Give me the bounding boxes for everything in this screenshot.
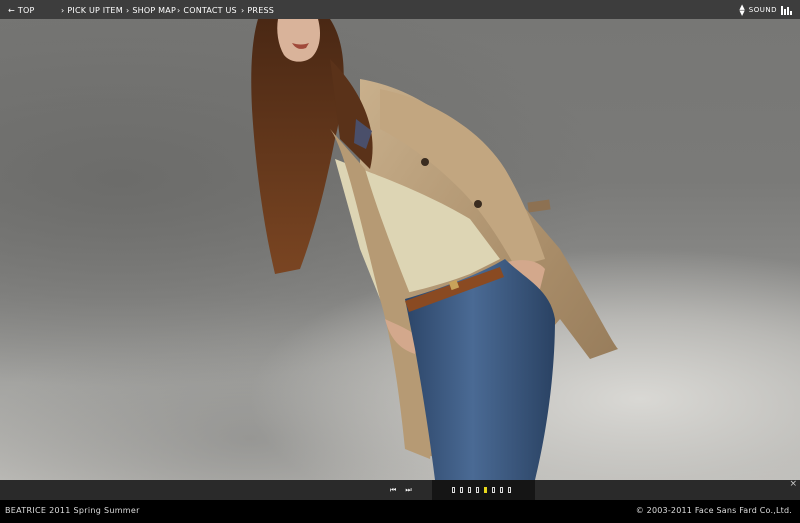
nav-pick-up-item-link[interactable]: › PICK UP ITEM — [61, 5, 123, 16]
slide-dot[interactable] — [452, 487, 455, 493]
brand-season-label: BEATRICE 2011 Spring Summer — [5, 506, 140, 515]
nav-press-link[interactable]: › PRESS — [241, 5, 274, 16]
slide-dot[interactable] — [508, 487, 511, 493]
previous-slide-icon[interactable]: ⏮ — [390, 486, 396, 495]
chevron-right-icon: › — [177, 6, 181, 15]
model-illustration — [251, 19, 618, 480]
hero-photo — [0, 19, 800, 480]
slide-dot[interactable] — [492, 487, 495, 493]
footer: BEATRICE 2011 Spring Summer © 2003-2011 … — [0, 500, 800, 523]
chevron-right-icon: › — [126, 6, 130, 15]
nav-top-link[interactable]: ← TOP — [8, 5, 35, 16]
nav-press-label: PRESS — [247, 6, 274, 15]
close-icon[interactable]: × — [789, 479, 797, 489]
nav-top-label: TOP — [17, 6, 35, 15]
sound-toggle[interactable]: ▲ ▼ SOUND — [739, 3, 792, 17]
slide-dot[interactable] — [500, 487, 503, 493]
nav-shop-map-link[interactable]: › SHOP MAP — [126, 5, 176, 16]
copyright-text: © 2003-2011 Face Sans Fard Co.,Ltd. — [635, 506, 792, 515]
nav-contact-us-link[interactable]: › CONTACT US — [177, 5, 237, 16]
nav-shop-map-label: SHOP MAP — [132, 6, 176, 15]
updown-arrows-icon: ▲ ▼ — [739, 3, 745, 17]
slide-indicator — [452, 487, 511, 493]
nav-pick-up-item-label: PICK UP ITEM — [67, 6, 123, 15]
slide-dot[interactable] — [484, 487, 487, 493]
arrow-left-icon: ← — [8, 6, 15, 15]
slide-dot[interactable] — [460, 487, 463, 493]
next-slide-icon[interactable]: ⏭ — [405, 486, 411, 495]
chevron-right-icon: › — [61, 6, 65, 15]
slide-dot[interactable] — [476, 487, 479, 493]
nav-contact-us-label: CONTACT US — [183, 6, 237, 15]
sound-eq-icon — [781, 5, 792, 15]
slide-dot[interactable] — [468, 487, 471, 493]
chevron-right-icon: › — [241, 6, 245, 15]
sound-label: SOUND — [748, 6, 777, 14]
slide-player: ⏮ ⏭ — [390, 486, 412, 495]
